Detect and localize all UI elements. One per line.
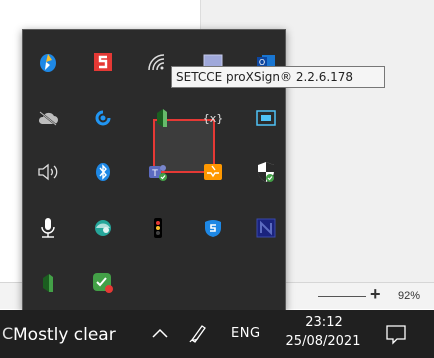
tooltip: SETCCE proXSign® 2.2.6.178 bbox=[171, 66, 385, 88]
zoom-in-button[interactable]: + bbox=[370, 284, 381, 305]
ime-icon[interactable]: {x} bbox=[198, 103, 228, 133]
proxsign-icon[interactable] bbox=[147, 103, 177, 133]
clock-date[interactable]: 25/08/2021 bbox=[268, 334, 378, 349]
teams-icon[interactable]: T bbox=[143, 157, 173, 187]
remote-desktop-icon[interactable] bbox=[251, 103, 281, 133]
taskbar: C Mostly clear ENG 23:12 25/08/2021 bbox=[0, 310, 434, 358]
security-shield-icon[interactable] bbox=[251, 157, 281, 187]
chevron-up-icon[interactable] bbox=[150, 324, 170, 344]
weather-temperature-partial[interactable]: C bbox=[2, 324, 13, 343]
pen-icon[interactable] bbox=[188, 322, 210, 344]
bluetooth-icon[interactable] bbox=[88, 157, 118, 187]
n-app-icon[interactable] bbox=[251, 213, 281, 243]
language-indicator[interactable]: ENG bbox=[231, 326, 261, 341]
weather-widget[interactable]: Mostly clear bbox=[13, 325, 116, 345]
svg-text:T: T bbox=[151, 169, 158, 179]
cloud-off-icon[interactable] bbox=[33, 103, 63, 133]
sync-icon[interactable] bbox=[88, 103, 118, 133]
microphone-icon[interactable] bbox=[33, 213, 63, 243]
s-shield-icon[interactable] bbox=[198, 213, 228, 243]
globe-app-icon[interactable] bbox=[88, 213, 118, 243]
traffic-light-icon[interactable] bbox=[143, 213, 173, 243]
svg-text:{x}: {x} bbox=[203, 112, 224, 125]
notification-icon[interactable] bbox=[385, 323, 407, 345]
zoom-percent[interactable]: 92% bbox=[398, 290, 420, 302]
zoom-slider[interactable] bbox=[318, 296, 366, 297]
s-app-icon[interactable] bbox=[88, 47, 118, 77]
wifi-icon[interactable] bbox=[143, 47, 173, 77]
green-app-icon[interactable] bbox=[33, 268, 63, 298]
clock-time[interactable]: 23:12 bbox=[299, 315, 349, 330]
colorful-app-icon[interactable] bbox=[33, 47, 63, 77]
inbox-icon[interactable] bbox=[198, 157, 228, 187]
green-check-app-icon[interactable] bbox=[88, 268, 118, 298]
speaker-icon[interactable] bbox=[33, 157, 63, 187]
